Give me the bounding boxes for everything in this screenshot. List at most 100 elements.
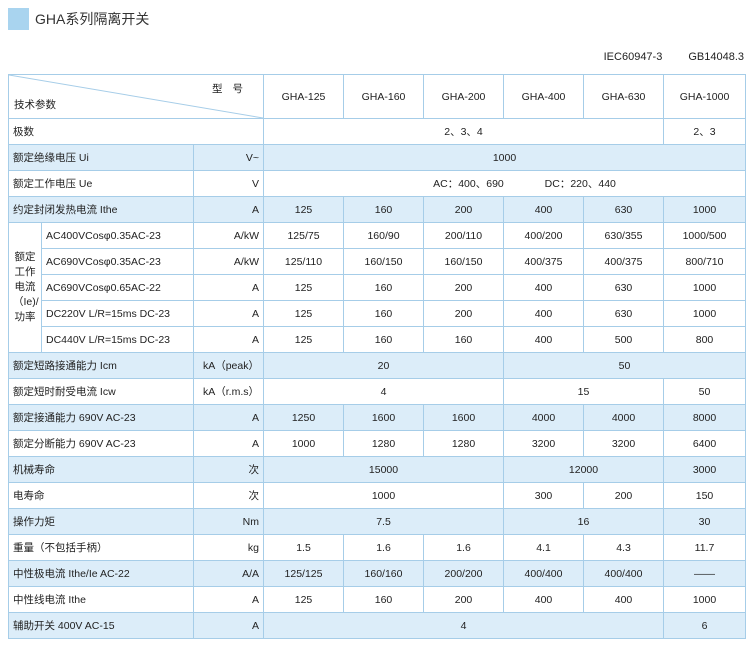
- row-unit: V: [193, 170, 264, 197]
- title-accent-block: [8, 8, 29, 30]
- row-make: 额定接通能力 690V AC-23 A 1250 1600 1600 4000 …: [8, 404, 746, 431]
- row-ie-ac400: 额定工作电流（Ie)/功率 AC400VCosφ0.35AC-23 A/kW 1…: [8, 222, 746, 353]
- row-label: 额定工作电压 Ue: [8, 170, 194, 197]
- cell-value: 200: [423, 274, 504, 301]
- model-header: GHA-630: [583, 74, 664, 119]
- cell-value: 160: [343, 196, 424, 223]
- row-unit: 次: [193, 482, 264, 509]
- cell-value: 125: [263, 326, 344, 353]
- row-label: 额定分断能力 690V AC-23: [8, 430, 194, 457]
- standard-gb: GB14048.3: [688, 51, 744, 63]
- model-header: GHA-160: [343, 74, 424, 119]
- title-bar: GHA系列隔离开关: [8, 8, 149, 30]
- row-unit: A: [193, 430, 264, 457]
- cell-value: 200: [423, 196, 504, 223]
- cell-value: 2、3、4: [263, 118, 664, 145]
- cell-value: 160: [343, 274, 424, 301]
- cell-value: 16: [503, 508, 664, 535]
- row-label: 额定短时耐受电流 Icw: [8, 378, 194, 405]
- cell-value: 7.5: [263, 508, 504, 535]
- cell-value: 4.3: [583, 534, 664, 561]
- row-label: DC220V L/R=15ms DC-23: [41, 300, 194, 327]
- row-unit: kA（r.m.s）: [193, 378, 264, 405]
- cell-value: 1.5: [263, 534, 344, 561]
- cell-value: 4000: [503, 404, 584, 431]
- row-torque: 操作力矩 Nm 7.5 16 30: [8, 508, 746, 535]
- page-title: GHA系列隔离开关: [35, 11, 150, 27]
- cell-value: 400/375: [503, 248, 584, 275]
- ie-group-label: 额定工作电流（Ie)/功率: [8, 222, 42, 353]
- cell-value: 400/400: [583, 560, 664, 587]
- cell-value: 400: [503, 326, 584, 353]
- row-label: 额定接通能力 690V AC-23: [8, 404, 194, 431]
- row-neutral-line: 中性线电流 Ithe A 125 160 200 400 400 1000: [8, 586, 746, 613]
- cell-value: 125: [263, 300, 344, 327]
- model-header: GHA-400: [503, 74, 584, 119]
- row-label: 中性线电流 Ithe: [8, 586, 194, 613]
- row-label: 重量（不包括手柄）: [8, 534, 194, 561]
- ue-ac-values: AC：400、690: [433, 178, 504, 190]
- spec-table: 型号 技术参数 GHA-125 GHA-160 GHA-200 GHA-400 …: [8, 74, 746, 639]
- cell-value: 200: [583, 482, 664, 509]
- cell-value: 400: [503, 300, 584, 327]
- model-header: GHA-125: [263, 74, 344, 119]
- row-label: 电寿命: [8, 482, 194, 509]
- cell-value: 400: [503, 586, 584, 613]
- row-label: 中性极电流 Ithe/Ie AC-22: [8, 560, 194, 587]
- cell-value: 160: [343, 326, 424, 353]
- cell-value: 20: [263, 352, 504, 379]
- cell-value: 6400: [663, 430, 746, 457]
- cell-value: 300: [503, 482, 584, 509]
- row-label: 额定短路接通能力 Icm: [8, 352, 194, 379]
- cell-value: 4000: [583, 404, 664, 431]
- cell-value: 400: [503, 274, 584, 301]
- cell-value: 125: [263, 586, 344, 613]
- cell-value: 3200: [583, 430, 664, 457]
- cell-value: 125/110: [263, 248, 344, 275]
- cell-value: 800/710: [663, 248, 746, 275]
- cell-value: 400/400: [503, 560, 584, 587]
- row-weight: 重量（不包括手柄） kg 1.5 1.6 1.6 4.1 4.3 11.7: [8, 534, 746, 561]
- cell-value: 4.1: [503, 534, 584, 561]
- row-break: 额定分断能力 690V AC-23 A 1000 1280 1280 3200 …: [8, 430, 746, 457]
- row-label: AC690VCosφ0.35AC-23: [41, 248, 194, 275]
- standard-iec: IEC60947-3: [603, 51, 663, 63]
- row-mech-life: 机械寿命 次 15000 12000 3000: [8, 456, 746, 483]
- row-unit: A: [193, 300, 264, 327]
- cell-value: 630: [583, 274, 664, 301]
- cell-value: 630/355: [583, 222, 664, 249]
- cell-value: 200: [423, 300, 504, 327]
- cell-value: 400: [583, 586, 664, 613]
- cell-value: 125/125: [263, 560, 344, 587]
- row-unit: A: [193, 612, 264, 639]
- row-ie-dc220: DC220V L/R=15ms DC-23 A 125 160 200 400 …: [9, 300, 746, 327]
- model-header: GHA-1000: [663, 74, 746, 119]
- cell-value: 4: [263, 378, 504, 405]
- model-header: GHA-200: [423, 74, 504, 119]
- cell-value: 1000: [263, 144, 746, 171]
- row-neutral-pole: 中性极电流 Ithe/Ie AC-22 A/A 125/125 160/160 …: [8, 560, 746, 587]
- row-unit: Nm: [193, 508, 264, 535]
- row-unit: 次: [193, 456, 264, 483]
- row-unit: A: [193, 326, 264, 353]
- row-label: 机械寿命: [8, 456, 194, 483]
- cell-value: AC：400、690 DC：220、440: [263, 170, 746, 197]
- cell-value: 1250: [263, 404, 344, 431]
- header-row: 型号 技术参数 GHA-125 GHA-160 GHA-200 GHA-400 …: [8, 74, 746, 119]
- cell-value: 160: [343, 586, 424, 613]
- cell-value: 2、3: [663, 118, 746, 145]
- row-unit: kA（peak）: [193, 352, 264, 379]
- row-unit: A: [193, 196, 264, 223]
- row-unit: A: [193, 404, 264, 431]
- cell-value: 1.6: [423, 534, 504, 561]
- row-label: DC440V L/R=15ms DC-23: [41, 326, 194, 353]
- cell-value: 50: [503, 352, 746, 379]
- cell-value: 200: [423, 586, 504, 613]
- cell-value: 125/75: [263, 222, 344, 249]
- cell-value: ——: [663, 560, 746, 587]
- row-unit: A: [193, 274, 264, 301]
- row-unit: A/kW: [193, 222, 264, 249]
- row-icm: 额定短路接通能力 Icm kA（peak） 20 50: [8, 352, 746, 379]
- cell-value: 160: [343, 300, 424, 327]
- cell-value: 400/375: [583, 248, 664, 275]
